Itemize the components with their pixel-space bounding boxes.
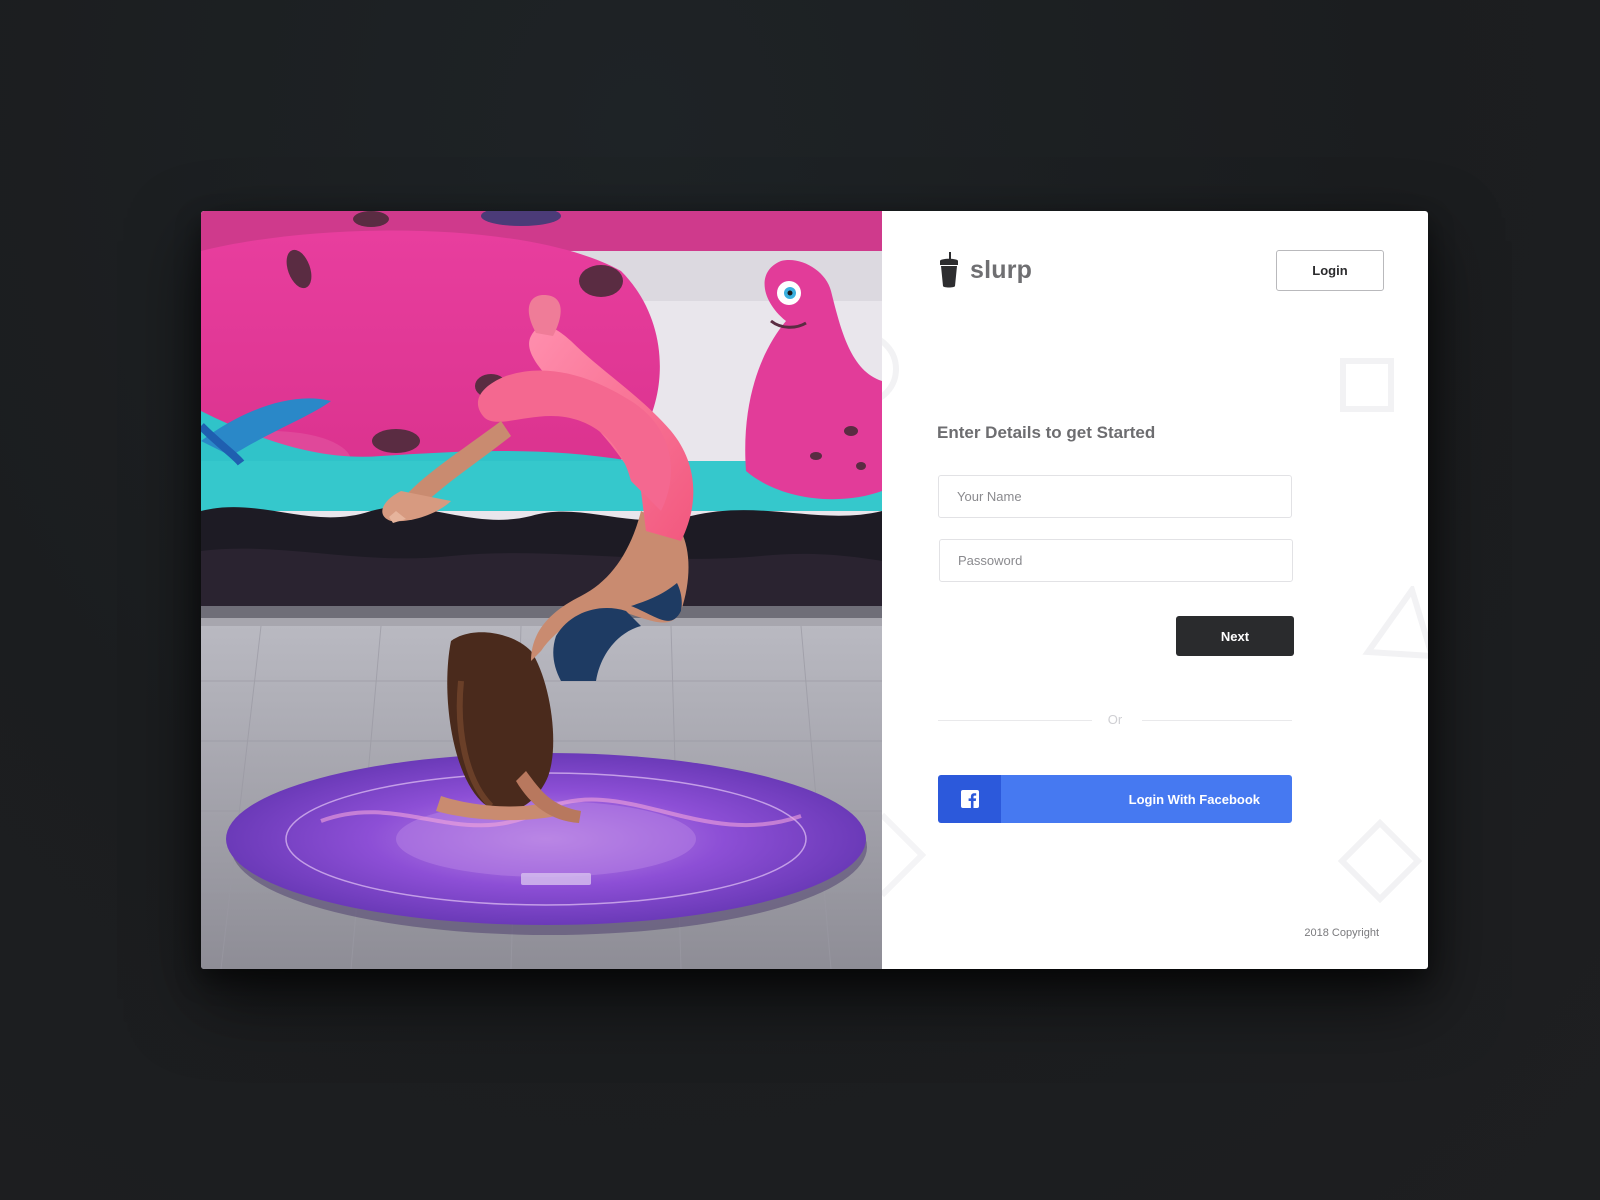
login-button[interactable]: Login <box>1276 250 1384 291</box>
brand-name: slurp <box>970 255 1033 284</box>
divider-line-right <box>1142 720 1292 721</box>
decor-circle-shape <box>882 337 899 401</box>
login-with-facebook-button[interactable]: Login With Facebook <box>938 775 1292 823</box>
brand-logo[interactable]: slurp <box>938 252 1032 288</box>
copyright-text: 2018 Copyright <box>1304 927 1379 939</box>
cup-with-straw-icon <box>940 252 958 288</box>
or-divider: Or <box>938 711 1292 731</box>
form-heading: Enter Details to get Started <box>937 423 1156 442</box>
page-background: slurp Login Enter Details to get Started… <box>0 0 1600 1200</box>
decor-triangle-shape <box>1362 586 1428 659</box>
password-input[interactable] <box>939 539 1293 582</box>
facebook-button-label: Login With Facebook <box>1001 775 1292 823</box>
decor-diamond-shape <box>1338 819 1422 903</box>
decor-chevron-shape <box>882 812 927 898</box>
login-panel: slurp Login Enter Details to get Started… <box>882 211 1428 969</box>
next-button[interactable]: Next <box>1176 616 1294 656</box>
hero-image <box>201 211 882 969</box>
your-name-input[interactable] <box>938 475 1292 518</box>
decor-square-shape <box>1340 358 1394 412</box>
yoga-mural-photo <box>201 211 882 969</box>
login-card: slurp Login Enter Details to get Started… <box>201 211 1428 969</box>
facebook-icon <box>960 790 979 808</box>
facebook-icon-box <box>938 775 1001 823</box>
